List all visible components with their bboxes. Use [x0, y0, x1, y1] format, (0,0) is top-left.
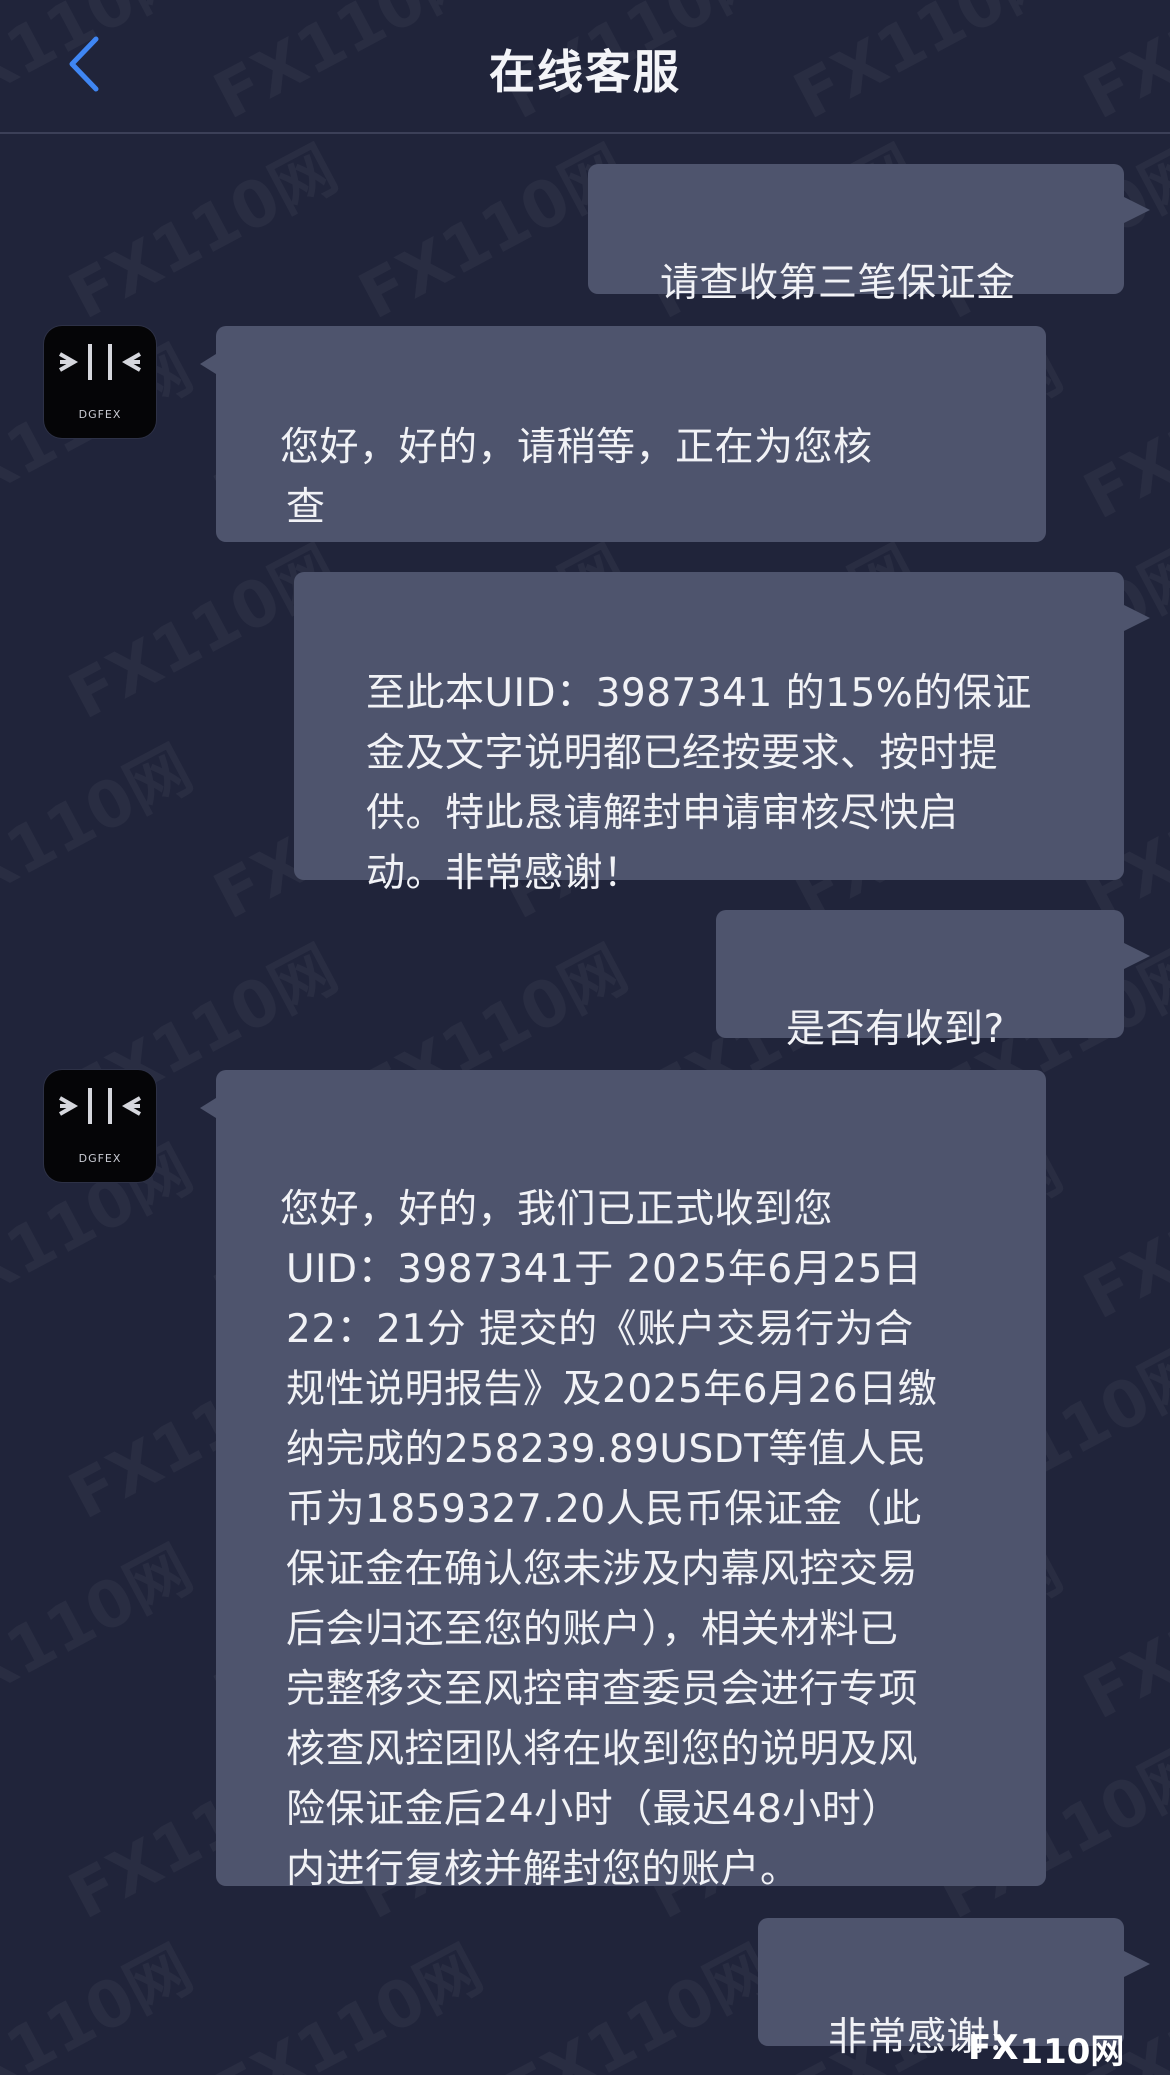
message-text: 请查收第三笔保证金 [660, 261, 1016, 306]
message-text: 您好，好的，我们已正式收到您 UID：3987341于 2025年6月25日 2… [280, 1187, 938, 1892]
agent-brand: DGFEX [78, 1152, 122, 1165]
dgfex-logo-icon [59, 1088, 141, 1124]
agent-avatar: DGFEX [44, 326, 156, 438]
agent-avatar: DGFEX [44, 1070, 156, 1182]
fx110-logo: FX 110网 [968, 2026, 1160, 2072]
message-text: 您好，好的，请稍等，正在为您核 查 [280, 425, 873, 530]
fx110-logo-prefix: FX [968, 2028, 1020, 2068]
chat-thread: 请查收第三笔保证金 DGFEX 您好，好的，请稍等，正在为您核 查 至此本UID… [0, 0, 1170, 2075]
outgoing-message: 请查收第三笔保证金 [588, 164, 1150, 306]
incoming-message: 您好，好的，请稍等，正在为您核 查 [200, 326, 1046, 542]
dgfex-logo-icon [59, 344, 141, 380]
message-text: 至此本UID：3987341 的15%的保证 金及文字说明都已经按要求、按时提 … [366, 671, 1032, 896]
outgoing-message: 是否有收到? [716, 910, 1150, 1052]
outgoing-message: 至此本UID：3987341 的15%的保证 金及文字说明都已经按要求、按时提 … [294, 572, 1150, 896]
agent-brand: DGFEX [78, 408, 122, 421]
message-text: 是否有收到? [786, 1007, 1005, 1052]
fx110-logo-text: 110网 [1019, 2031, 1125, 2072]
incoming-message: 您好，好的，我们已正式收到您 UID：3987341于 2025年6月25日 2… [200, 1070, 1046, 1892]
